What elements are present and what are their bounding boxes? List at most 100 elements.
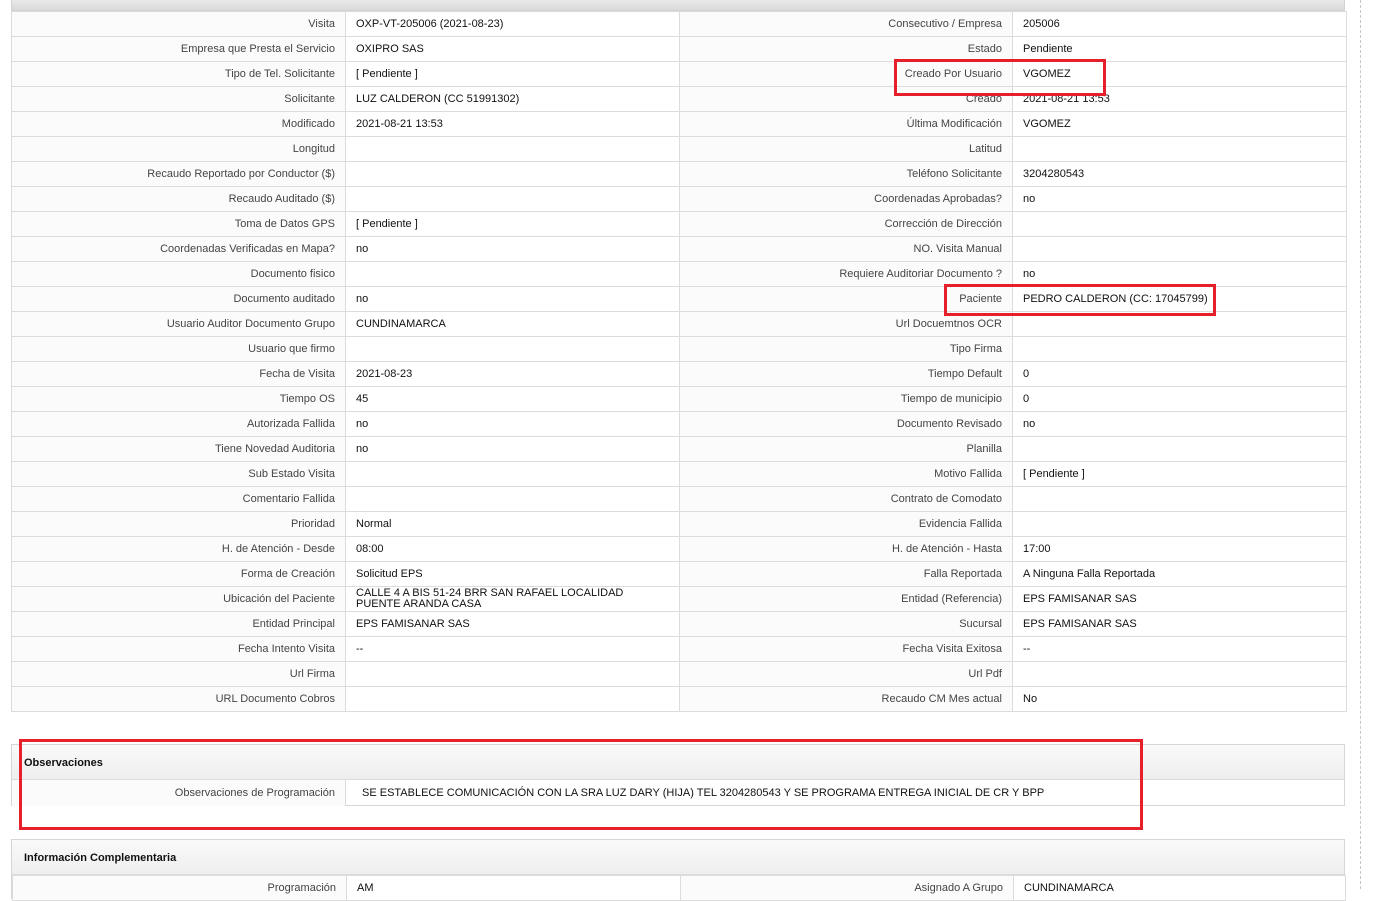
field-label: Consecutivo / Empresa	[679, 11, 1013, 37]
observaciones-row: Observaciones de Programación SE ESTABLE…	[12, 780, 1344, 806]
table-row: URL Documento Cobros Recaudo CM Mes actua…	[11, 686, 1347, 712]
field-value	[345, 136, 680, 162]
field-value: --	[345, 636, 680, 662]
field-value	[345, 661, 680, 687]
field-label: NO. Visita Manual	[679, 236, 1013, 262]
field-value	[1012, 661, 1347, 687]
field-value: 0	[1012, 361, 1347, 387]
field-label: Usuario Auditor Documento Grupo	[11, 311, 346, 337]
field-label: Corrección de Dirección	[679, 211, 1013, 237]
field-value: --	[1012, 636, 1347, 662]
field-label: Autorizada Fallida	[11, 411, 346, 437]
table-row: Toma de Datos GPS[ Pendiente ] Corrección…	[11, 211, 1347, 237]
field-label: Falla Reportada	[679, 561, 1013, 587]
field-label: Ubicación del Paciente	[11, 586, 346, 612]
field-value: no	[1012, 261, 1347, 287]
field-label: Creado	[679, 86, 1013, 112]
field-label: Longitud	[11, 136, 346, 162]
field-value: No	[1012, 686, 1347, 712]
observaciones-value: SE ESTABLECE COMUNICACIÓN CON LA SRA LUZ…	[362, 787, 1045, 799]
observaciones-title: Observaciones	[12, 745, 1344, 780]
field-value	[1012, 436, 1347, 462]
field-label: Creado Por Usuario	[679, 61, 1013, 87]
field-label: URL Documento Cobros	[11, 686, 346, 712]
field-value: Solicitud EPS	[345, 561, 680, 587]
field-value: EPS FAMISANAR SAS	[345, 611, 680, 637]
info-complementaria-title: Información Complementaria	[12, 840, 1344, 875]
field-label: Recaudo CM Mes actual	[679, 686, 1013, 712]
field-label: H. de Atención - Desde	[11, 536, 346, 562]
table-row: Recaudo Reportado por Conductor ($) Teléf…	[11, 161, 1347, 187]
field-label: Documento Revisado	[679, 411, 1013, 437]
table-row: Sub Estado Visita Motivo Fallida[ Pendien…	[11, 461, 1347, 487]
field-value: OXIPRO SAS	[345, 36, 680, 62]
field-value	[345, 336, 680, 362]
field-label: Coordenadas Aprobadas?	[679, 186, 1013, 212]
field-value: [ Pendiente ]	[345, 61, 680, 87]
field-value: A Ninguna Falla Reportada	[1012, 561, 1347, 587]
field-label: Programación	[12, 875, 347, 901]
table-row: Forma de Creación Solicitud EPS Falla Repo…	[11, 561, 1347, 587]
field-value: no	[1012, 186, 1347, 212]
field-value: PEDRO CALDERON (CC: 17045799)	[1012, 286, 1347, 312]
field-label: Tiene Novedad Auditoria	[11, 436, 346, 462]
field-label: Coordenadas Verificadas en Mapa?	[11, 236, 346, 262]
field-label: Tipo de Tel. Solicitante	[11, 61, 346, 87]
field-label: H. de Atención - Hasta	[679, 536, 1013, 562]
info-complementaria-panel: Información Complementaria Programación …	[11, 839, 1346, 901]
field-label: Url Docuemtnos OCR	[679, 311, 1013, 337]
field-label: Url Firma	[11, 661, 346, 687]
page-edge-divider	[1360, 0, 1361, 889]
field-value: [ Pendiente ]	[1012, 461, 1347, 487]
field-label: Prioridad	[11, 511, 346, 537]
table-row: H. de Atención - Desde 08:00 H. de Atenció…	[11, 536, 1347, 562]
table-row: Visita OXP-VT-205006 (2021-08-23) Consecut…	[11, 11, 1347, 37]
field-label: Sub Estado Visita	[11, 461, 346, 487]
field-value	[345, 261, 680, 287]
field-value: LUZ CALDERON (CC 51991302)	[345, 86, 680, 112]
table-row: Prioridad Normal Evidencia Fallida	[11, 511, 1347, 537]
field-label: Visita	[11, 11, 346, 37]
field-value: no	[345, 236, 680, 262]
field-label: Comentario Fallida	[11, 486, 346, 512]
field-label: Empresa que Presta el Servicio	[11, 36, 346, 62]
table-row: Recaudo Auditado ($) Coordenadas Aprobada…	[11, 186, 1347, 212]
field-value: 205006	[1012, 11, 1347, 37]
field-value: 0	[1012, 386, 1347, 412]
field-value: no	[345, 286, 680, 312]
info-complementaria-table: Programación AM Asignado A Grupo CUNDINA…	[12, 875, 1346, 901]
table-row: Longitud Latitud	[11, 136, 1347, 162]
field-value: 3204280543	[1012, 161, 1347, 187]
field-value: VGOMEZ	[1012, 61, 1347, 87]
field-label: Teléfono Solicitante	[679, 161, 1013, 187]
table-row: Documento fisico Requiere Auditoriar Docu…	[11, 261, 1347, 287]
field-value	[1012, 486, 1347, 512]
field-value: no	[345, 436, 680, 462]
table-row: Solicitante LUZ CALDERON (CC 51991302) Cre…	[11, 86, 1347, 112]
field-value: EPS FAMISANAR SAS	[1012, 611, 1347, 637]
field-label: Estado	[679, 36, 1013, 62]
field-value: AM	[346, 875, 681, 901]
field-value: 08:00	[345, 536, 680, 562]
field-label: Recaudo Auditado ($)	[11, 186, 346, 212]
field-value: [ Pendiente ]	[345, 211, 680, 237]
field-label: Fecha de Visita	[11, 361, 346, 387]
field-value	[345, 486, 680, 512]
field-value: 2021-08-21 13:53	[1012, 86, 1347, 112]
table-row: Entidad Principal EPS FAMISANAR SAS Sucurs…	[11, 611, 1347, 637]
field-value: CALLE 4 A BIS 51-24 BRR SAN RAFAEL LOCAL…	[345, 586, 680, 612]
field-label: Url Pdf	[679, 661, 1013, 687]
field-label: Fecha Intento Visita	[11, 636, 346, 662]
field-value: 17:00	[1012, 536, 1347, 562]
field-value	[1012, 136, 1347, 162]
field-value: EPS FAMISANAR SAS	[1012, 586, 1347, 612]
field-value	[1012, 311, 1347, 337]
observaciones-panel: Observaciones Observaciones de Programac…	[11, 744, 1345, 806]
field-value	[345, 161, 680, 187]
table-row: Documento auditado no Paciente PEDRO CALDE…	[11, 286, 1347, 312]
field-label: Tiempo de municipio	[679, 386, 1013, 412]
table-row: Tiene Novedad Auditoria no Planilla	[11, 436, 1347, 462]
visit-details-table: Visita OXP-VT-205006 (2021-08-23) Consecut…	[11, 11, 1347, 712]
table-row: Tipo de Tel. Solicitante[ Pendiente ] Cre…	[11, 61, 1347, 87]
field-label: Planilla	[679, 436, 1013, 462]
